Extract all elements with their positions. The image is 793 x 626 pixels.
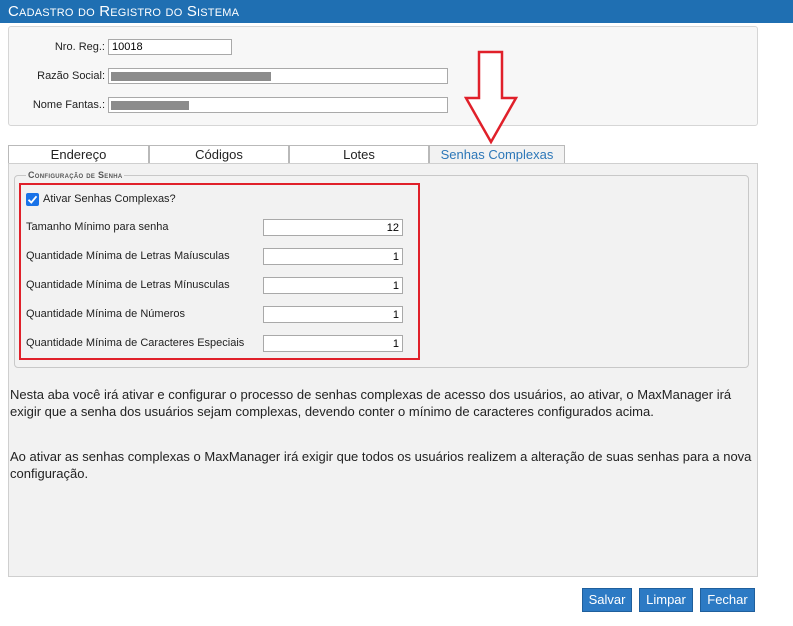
window-titlebar: Cadastro do Registro do Sistema — [0, 0, 793, 23]
min-numbers-label: Quantidade Mínima de Números — [26, 308, 185, 320]
nro-reg-input[interactable] — [108, 39, 232, 55]
min-numbers-input[interactable] — [263, 306, 403, 323]
close-button[interactable]: Fechar — [700, 588, 755, 612]
enable-complex-passwords-checkbox[interactable] — [26, 193, 39, 206]
min-uppercase-label: Quantidade Mínima de Letras Maíusculas — [26, 250, 230, 262]
password-config-legend: Configuração de Senha — [26, 170, 125, 180]
tab-endereco[interactable]: Endereço — [8, 145, 149, 163]
tab-codigos-label: Códigos — [195, 147, 243, 162]
info-paragraph-2: Ao ativar as senhas complexas o MaxManag… — [10, 449, 752, 481]
highlight-frame — [19, 183, 420, 360]
tab-endereco-label: Endereço — [50, 147, 107, 162]
nome-fantasia-label: Nome Fantas.: — [32, 99, 105, 111]
enable-complex-passwords-label: Ativar Senhas Complexas? — [43, 193, 176, 205]
tab-senhas-complexas-label: Senhas Complexas — [440, 147, 554, 162]
tab-codigos[interactable]: Códigos — [149, 145, 289, 163]
clear-button[interactable]: Limpar — [639, 588, 693, 612]
min-lowercase-input[interactable] — [263, 277, 403, 294]
min-length-label: Tamanho Mínimo para senha — [26, 221, 169, 233]
window-title: Cadastro do Registro do Sistema — [8, 3, 240, 20]
tab-senhas-complexas[interactable]: Senhas Complexas — [429, 145, 565, 163]
redacted-razao-social — [111, 72, 271, 81]
min-length-input[interactable] — [263, 219, 403, 236]
tab-lotes-label: Lotes — [343, 147, 375, 162]
annotation-arrow-icon — [464, 50, 519, 145]
min-uppercase-input[interactable] — [263, 248, 403, 265]
checkmark-icon — [27, 195, 38, 204]
min-lowercase-label: Quantidade Mínima de Letras Mínusculas — [26, 279, 230, 291]
save-button[interactable]: Salvar — [582, 588, 632, 612]
tab-lotes[interactable]: Lotes — [289, 145, 429, 163]
nro-reg-label: Nro. Reg.: — [54, 41, 105, 53]
redacted-nome-fantasia — [111, 101, 189, 110]
min-special-chars-input[interactable] — [263, 335, 403, 352]
info-paragraph-1: Nesta aba você irá ativar e configurar o… — [10, 387, 732, 419]
min-special-chars-label: Quantidade Mínima de Caracteres Especiai… — [26, 337, 245, 349]
razao-social-label: Razão Social: — [37, 70, 105, 82]
